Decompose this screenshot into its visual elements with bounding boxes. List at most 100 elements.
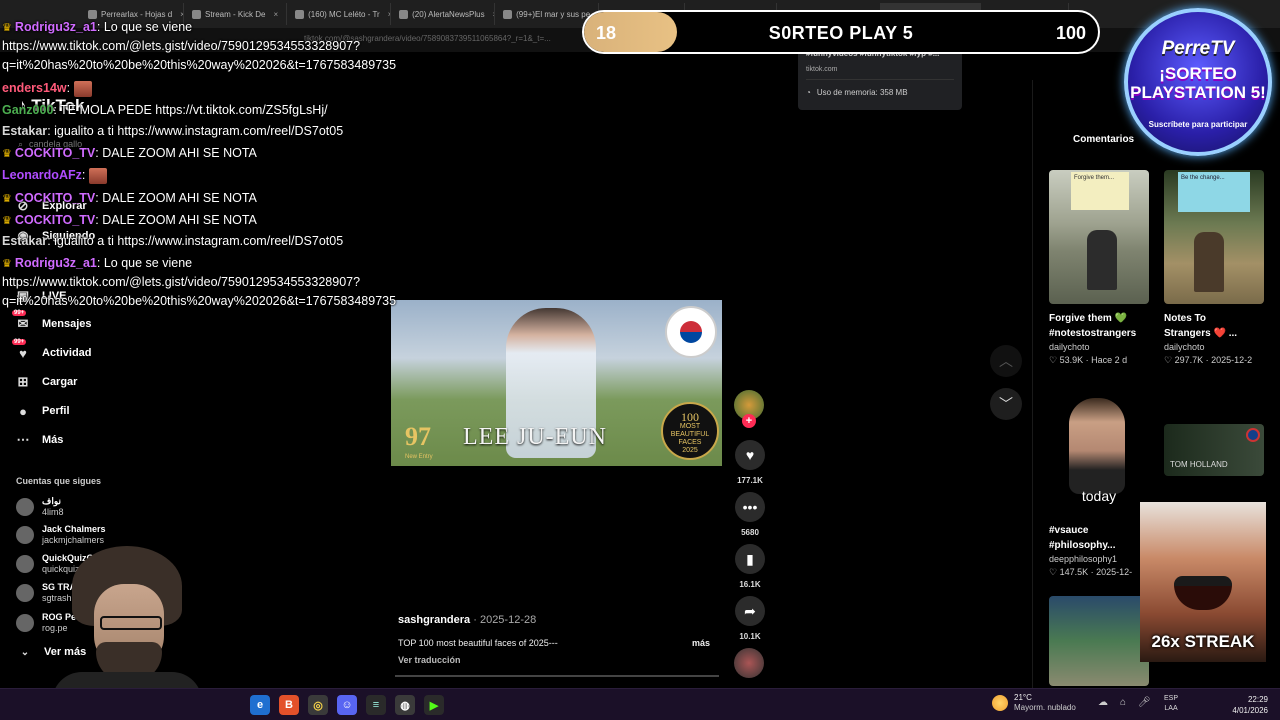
- chat-username[interactable]: LeonardoAFz: [2, 168, 82, 182]
- video-name: LEE JU-EUN: [463, 424, 607, 450]
- sidebar-item-label: Más: [42, 434, 64, 446]
- obs-icon[interactable]: ◍: [395, 695, 415, 715]
- edge-icon[interactable]: e: [250, 695, 270, 715]
- chat-username[interactable]: Rodrigu3z_a1: [15, 20, 97, 34]
- activity-icon: ♥ 99+: [12, 339, 27, 361]
- crown-icon: ♛: [2, 148, 15, 160]
- chat-text: : DALE ZOOM AHI SE NOTA: [95, 213, 257, 227]
- chat-text: q=it%20has%20to%20be%20this%20way%202026…: [2, 294, 397, 308]
- sidebar-item-4[interactable]: ♥ 99+ Actividad: [12, 339, 92, 363]
- weather-widget[interactable]: 21°C Mayorm. nublado: [992, 693, 1076, 713]
- related-video-card[interactable]: Forgive them... Forgive them 💚 #notestos…: [1049, 170, 1149, 367]
- kick-icon[interactable]: ▶: [424, 695, 444, 715]
- close-icon[interactable]: ×: [273, 10, 278, 19]
- chat-username[interactable]: Estakar: [2, 124, 47, 138]
- progress-label: S0RTEO PLAY 5: [768, 23, 914, 43]
- chat-username[interactable]: COCKITO_TV: [15, 213, 95, 227]
- tab-label: (20) AlertaNewsPlus: [412, 9, 485, 19]
- progress-goal: 100: [1055, 23, 1086, 43]
- sidebar-item-label: Mensajes: [42, 318, 92, 330]
- clock[interactable]: 22:29 4/01/2026: [1218, 694, 1268, 716]
- sidebar-item-3[interactable]: ✉ 99+ Mensajes: [12, 310, 92, 334]
- language-indicator[interactable]: ESP LAA: [1164, 694, 1178, 714]
- chat-message: q=it%20has%20to%20be%20this%20way%202026…: [2, 292, 396, 310]
- top100-seal: 100 MOST BEAUTIFUL FACES 2025: [661, 402, 719, 460]
- mic-icon[interactable]: 🎤︎: [1138, 697, 1151, 708]
- discord-icon[interactable]: ☺: [337, 695, 357, 715]
- chat-username[interactable]: COCKITO_TV: [15, 191, 95, 205]
- avatar: [16, 498, 34, 516]
- avatar: [16, 584, 34, 602]
- video-author[interactable]: sashgrandera · 2025-12-28: [398, 614, 536, 626]
- following-account[interactable]: نواف 4lim8: [16, 496, 64, 518]
- related-video-card[interactable]: TOM HOLLAND: [1164, 424, 1264, 476]
- chat-text: https://www.tiktok.com/@lets.gist/video/…: [2, 39, 361, 53]
- follow-plus-icon[interactable]: +: [742, 414, 756, 428]
- tooltip-domain: tiktok.com: [806, 66, 838, 73]
- chat-message: ♛ COCKITO_TV: DALE ZOOM AHI SE NOTA: [2, 144, 257, 163]
- related-video-card[interactable]: Be the change... Notes To Strangers ❤️ .…: [1164, 170, 1264, 367]
- sidebar-item-5[interactable]: ⊞ Cargar: [14, 372, 78, 392]
- chat-username[interactable]: enders14w: [2, 81, 67, 95]
- screen: Perrearlax - Hojas d×Stream - Kick De×(1…: [0, 0, 1280, 720]
- chat-message: https://www.tiktok.com/@lets.gist/video/…: [2, 37, 360, 55]
- account-handle: 4lim8: [42, 507, 64, 517]
- video-thumbnail: TOM HOLLAND: [1164, 424, 1264, 476]
- browser-tab[interactable]: (20) AlertaNewsPlus×: [391, 3, 496, 25]
- chat-username[interactable]: Rodrigu3z_a1: [15, 256, 97, 270]
- tab-label: (160) MC Leléto - Tr: [308, 9, 380, 19]
- caption-more-link[interactable]: más: [692, 638, 710, 648]
- notification-badge: 99+: [12, 310, 27, 316]
- save-button[interactable]: ▮ 16.1K: [733, 544, 767, 589]
- translate-link[interactable]: Ver traducción: [398, 655, 461, 665]
- browser-tab[interactable]: Stream - Kick De ×: [184, 3, 288, 25]
- comment-button[interactable]: ••• 5680: [733, 492, 767, 537]
- video-seekbar[interactable]: [395, 675, 719, 677]
- music-disc-icon[interactable]: [734, 648, 764, 678]
- chat-message: ♛ COCKITO_TV: DALE ZOOM AHI SE NOTA: [2, 211, 257, 230]
- brave-icon[interactable]: B: [279, 695, 299, 715]
- network-icon[interactable]: ⌂: [1120, 697, 1126, 708]
- sidebar-item-7[interactable]: ⋯ Más: [14, 430, 64, 450]
- share-button[interactable]: ➦ 10.1K: [733, 596, 767, 641]
- chat-username[interactable]: Ganz000: [2, 103, 53, 117]
- new-entry-label: New Entry: [405, 454, 433, 460]
- profile-icon: ●: [19, 403, 27, 419]
- system-tray[interactable]: ☁ ⌂ 🎤︎: [1098, 697, 1151, 708]
- following-title: Cuentas que sigues: [16, 476, 102, 486]
- related-video-card[interactable]: today #vsauce #philosophy... deepphiloso…: [1049, 382, 1149, 579]
- video-thumbnail: Forgive them...: [1049, 170, 1149, 304]
- tooltip-memory: ◔ Uso de memoria: 358 MB: [806, 88, 908, 97]
- chat-text: : DALE ZOOM AHI SE NOTA: [95, 191, 257, 205]
- video-thumbnail: today: [1049, 382, 1149, 516]
- prev-video-button[interactable]: ︿: [990, 345, 1022, 377]
- panel-divider: [1032, 80, 1033, 690]
- giveaway-progress-bar: 18 S0RTEO PLAY 5 100: [582, 10, 1100, 54]
- chat-username[interactable]: Estakar: [2, 234, 47, 248]
- webcam-overlay: [42, 544, 212, 694]
- video-rank: 97: [405, 422, 431, 451]
- sidebar-item-label: Actividad: [42, 347, 92, 359]
- related-video-card[interactable]: [1049, 596, 1149, 686]
- crown-icon: ♛: [2, 258, 15, 270]
- tab-favicon-icon: [192, 9, 201, 19]
- chevron-up-icon: ︿: [999, 353, 1013, 369]
- emote-icon: [74, 80, 93, 97]
- avatar: [16, 526, 34, 544]
- share-icon: ➦: [735, 596, 765, 626]
- avatar: [16, 614, 34, 632]
- account-name: Jack Chalmers: [42, 524, 106, 534]
- app-icon[interactable]: ≡: [366, 695, 386, 715]
- video-thumbnail: [1049, 596, 1149, 686]
- chat-username[interactable]: COCKITO_TV: [15, 146, 95, 160]
- cloud-icon[interactable]: ☁: [1098, 697, 1108, 708]
- sidebar-item-6[interactable]: ● Perfil: [14, 401, 69, 421]
- following-account[interactable]: Jack Chalmers jackmjchalmers: [16, 524, 106, 546]
- bookmark-icon: ▮: [735, 544, 765, 574]
- video-player[interactable]: 97 LEE JU-EUN 100 MOST BEAUTIFUL FACES 2…: [391, 300, 722, 466]
- chat-message: Estakar: igualito a ti https://www.insta…: [2, 122, 343, 140]
- next-video-button[interactable]: ﹀: [990, 388, 1022, 420]
- like-button[interactable]: ♥ 177.1K: [733, 440, 767, 485]
- browser-tab[interactable]: (160) MC Leléto - Tr×: [287, 3, 392, 25]
- chrome-icon[interactable]: ◎: [308, 695, 328, 715]
